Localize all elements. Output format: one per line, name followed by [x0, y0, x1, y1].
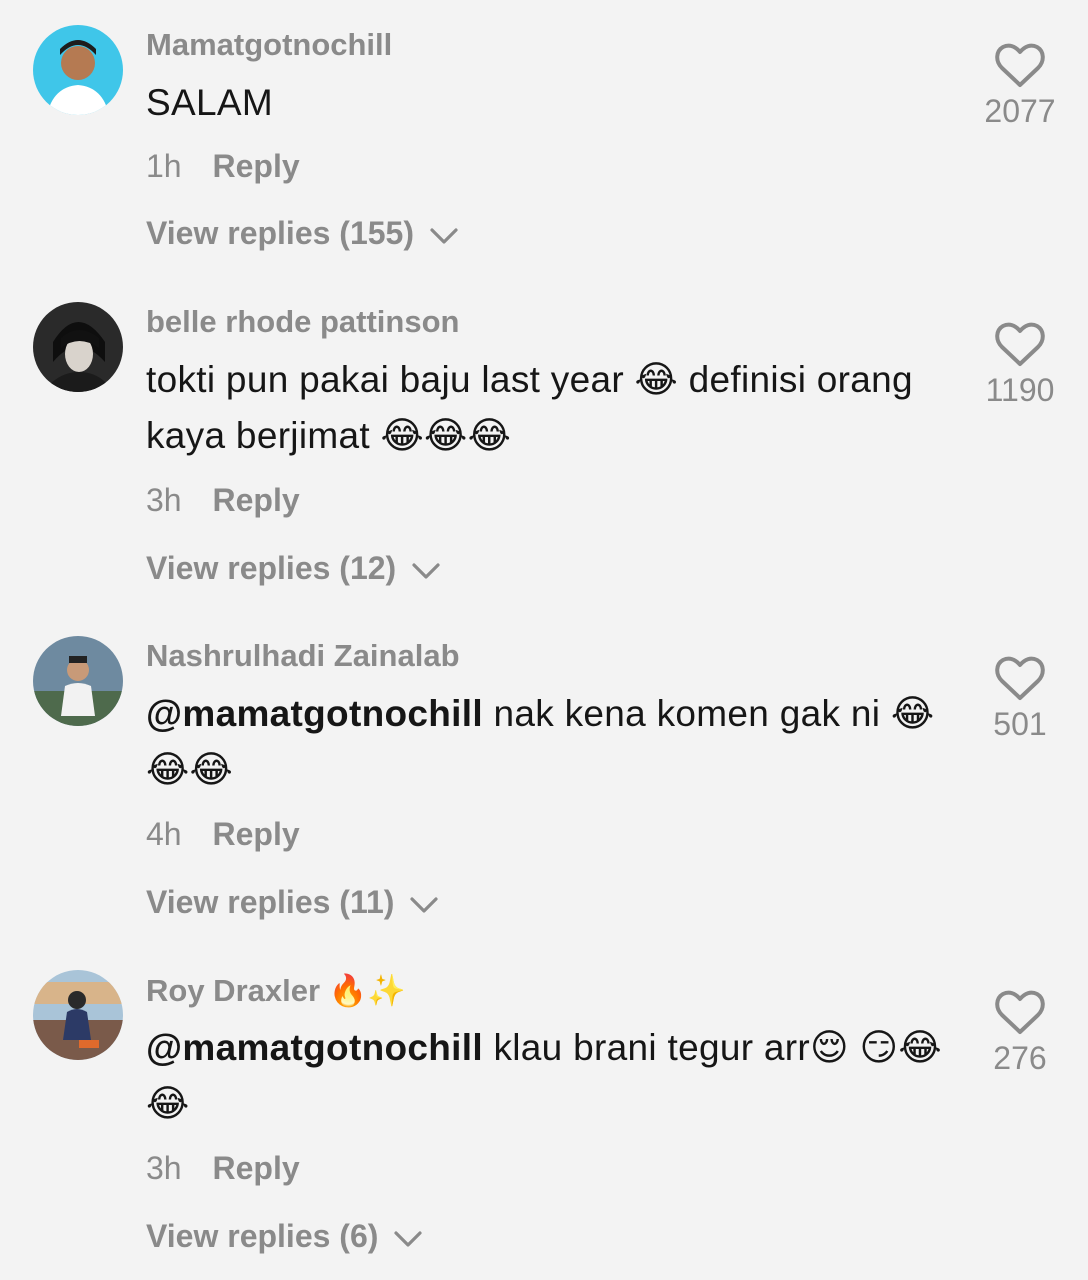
chevron-down-icon: [430, 227, 458, 244]
like-button[interactable]: 501: [970, 656, 1070, 743]
comment-meta: 3h Reply: [146, 1150, 300, 1187]
chevron-down-icon: [410, 896, 438, 913]
comment-text: @mamatgotnochill klau brani tegur arr😌 😏…: [146, 1020, 946, 1132]
like-button[interactable]: 276: [970, 990, 1070, 1077]
heart-outline-icon: [970, 322, 1070, 368]
comment-meta: 4h Reply: [146, 816, 300, 853]
view-replies-button[interactable]: View replies (11): [146, 884, 439, 921]
avatar[interactable]: [33, 970, 123, 1060]
comment-text: SALAM: [146, 75, 946, 131]
comment-username[interactable]: belle rhode pattinson: [146, 304, 459, 340]
heart-outline-icon: [970, 43, 1070, 89]
comment-body: tokti pun pakai baju last year 😂 definis…: [146, 359, 913, 456]
comment-text: tokti pun pakai baju last year 😂 definis…: [146, 352, 946, 464]
reply-button[interactable]: Reply: [212, 148, 299, 184]
like-button[interactable]: 2077: [970, 43, 1070, 130]
username-emoji: 🔥✨: [328, 973, 406, 1009]
comment-timestamp: 3h: [146, 1150, 182, 1186]
view-replies-button[interactable]: View replies (6): [146, 1218, 423, 1255]
heart-outline-icon: [970, 656, 1070, 702]
reply-button[interactable]: Reply: [212, 482, 299, 518]
chevron-down-icon: [412, 562, 440, 579]
like-count: 276: [993, 1040, 1047, 1076]
comment-username[interactable]: Mamatgotnochill: [146, 27, 392, 63]
comment-username[interactable]: Roy Draxler 🔥✨: [146, 972, 406, 1009]
reply-button[interactable]: Reply: [212, 816, 299, 852]
like-button[interactable]: 1190: [970, 322, 1070, 409]
comment-body: SALAM: [146, 82, 273, 123]
heart-outline-icon: [970, 990, 1070, 1036]
like-count: 501: [993, 706, 1047, 742]
like-count: 2077: [984, 93, 1056, 129]
mention-link[interactable]: @mamatgotnochill: [146, 1027, 483, 1068]
view-replies-button[interactable]: View replies (155): [146, 215, 459, 252]
comment-text: @mamatgotnochill nak kena komen gak ni 😂…: [146, 686, 946, 798]
avatar[interactable]: [33, 302, 123, 392]
mention-link[interactable]: @mamatgotnochill: [146, 693, 483, 734]
reply-button[interactable]: Reply: [212, 1150, 299, 1186]
comment-timestamp: 4h: [146, 816, 182, 852]
view-replies-button[interactable]: View replies (12): [146, 550, 441, 587]
comment-timestamp: 3h: [146, 482, 182, 518]
comment-timestamp: 1h: [146, 148, 182, 184]
like-count: 1190: [985, 372, 1055, 408]
comment-meta: 1h Reply: [146, 148, 300, 185]
avatar[interactable]: [33, 636, 123, 726]
chevron-down-icon: [394, 1230, 422, 1247]
avatar[interactable]: [33, 25, 123, 115]
comment-meta: 3h Reply: [146, 482, 300, 519]
comment-username[interactable]: Nashrulhadi Zainalab: [146, 638, 460, 674]
